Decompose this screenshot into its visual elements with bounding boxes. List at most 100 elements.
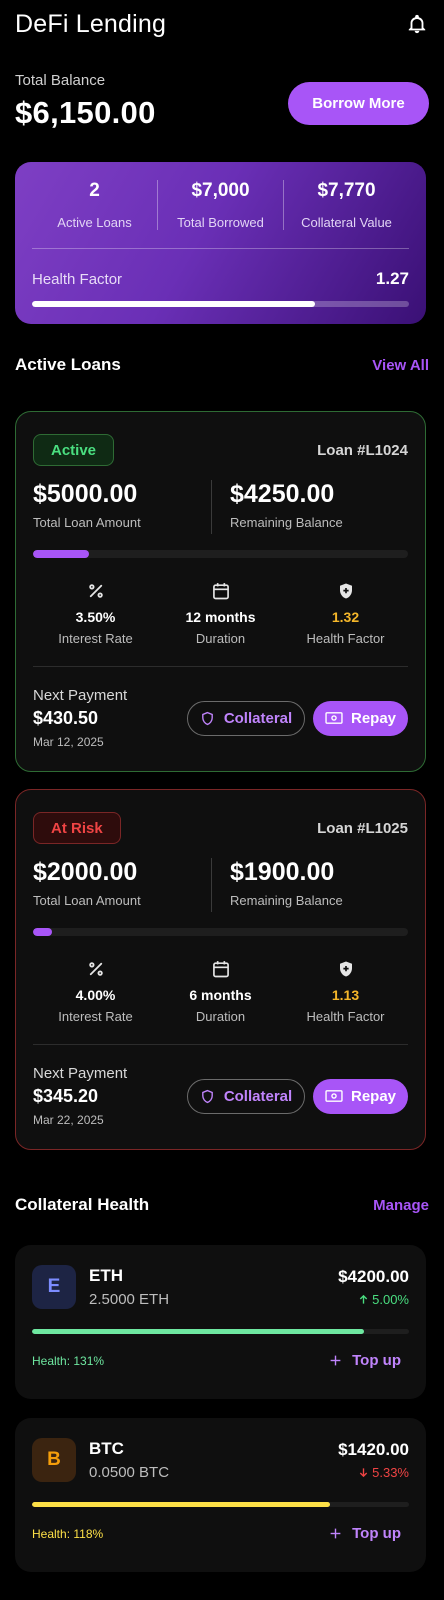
shield-icon <box>201 711 213 725</box>
coin-avatar: E <box>32 1265 76 1309</box>
repay-button[interactable]: Repay <box>313 700 408 736</box>
health-factor-label: Health Factor <box>32 270 123 288</box>
repay-button[interactable]: Repay <box>313 1078 408 1114</box>
repayment-progress-bar <box>33 928 408 936</box>
health-factor-row: Health Factor 1.27 <box>32 269 409 289</box>
coin-usd-value: $4200.00 <box>338 1267 409 1286</box>
metric-health-factor: 1.13 Health Factor <box>283 958 408 1026</box>
bell-icon[interactable] <box>405 12 429 36</box>
collateral-button-label: Collateral <box>223 709 293 727</box>
loan-id: Loan #L1024 <box>317 441 408 459</box>
amount-label: Total Loan Amount <box>33 893 141 908</box>
coin-amount: 0.0500 BTC <box>89 1464 170 1481</box>
metric-value: 1.32 <box>331 609 360 625</box>
borrow-more-button[interactable]: Borrow More <box>288 82 429 125</box>
remaining-balance: $1900.00 Remaining Balance <box>211 858 408 912</box>
next-payment-label: Next Payment <box>33 1065 128 1082</box>
section-title: Collateral Health <box>15 1195 150 1214</box>
metric-value: 4.00% <box>75 987 116 1003</box>
amount-label: Remaining Balance <box>230 893 343 908</box>
collateral-button[interactable]: Collateral <box>187 700 305 736</box>
amount-value: $1900.00 <box>230 858 335 886</box>
loan-card[interactable]: Active Loan #L1024 $5000.00 Total Loan A… <box>15 411 426 772</box>
active-loans-header: Active Loans View All <box>15 353 429 377</box>
loan-card[interactable]: At Risk Loan #L1025 $2000.00 Total Loan … <box>15 789 426 1150</box>
next-payment-amount: $345.20 <box>33 1086 99 1106</box>
collateral-health-fill <box>32 1502 330 1507</box>
collateral-button-label: Collateral <box>223 1087 293 1105</box>
coin-change: 5.33% <box>338 1465 409 1480</box>
coin-change-value: 5.00% <box>372 1292 409 1307</box>
manage-link[interactable]: Manage <box>373 1197 429 1214</box>
remaining-balance: $4250.00 Remaining Balance <box>211 480 408 534</box>
coin-symbol: BTC <box>89 1439 124 1458</box>
repay-button-label: Repay <box>350 709 397 727</box>
next-payment-date: Mar 22, 2025 <box>33 1113 104 1127</box>
app-title: DeFi Lending <box>15 9 167 38</box>
loan-id: Loan #L1025 <box>317 819 408 837</box>
coin-info: ETH 2.5000 ETH <box>89 1266 338 1308</box>
cash-icon <box>325 1090 343 1102</box>
percent-icon <box>87 958 105 980</box>
repayment-progress-fill <box>33 928 52 936</box>
coin-value: $4200.00 5.00% <box>338 1267 409 1307</box>
metric-duration: 6 months Duration <box>158 958 283 1026</box>
metric-interest-rate: 3.50% Interest Rate <box>33 580 158 648</box>
metric-label: Duration <box>195 1009 246 1024</box>
calendar-icon <box>211 580 231 602</box>
next-payment: Next Payment $430.50 Mar 12, 2025 <box>33 687 127 749</box>
coin-usd-value: $1420.00 <box>338 1440 409 1459</box>
metric-value: 6 months <box>189 987 252 1003</box>
coin-avatar: B <box>32 1438 76 1482</box>
app-screen: DeFi Lending Total Balance $6,150.00 Bor… <box>0 0 444 1600</box>
section-title: Active Loans <box>15 355 121 374</box>
repayment-progress-bar <box>33 550 408 558</box>
health-factor-fill <box>32 301 315 307</box>
cash-icon <box>325 712 343 724</box>
shield-icon <box>201 1089 213 1103</box>
stat-value: $7,770 <box>317 180 376 201</box>
stat-value: $7,000 <box>191 180 250 201</box>
next-payment: Next Payment $345.20 Mar 22, 2025 <box>33 1065 127 1127</box>
loan-metrics: 3.50% Interest Rate 12 months Duration 1… <box>33 580 408 648</box>
plus-icon <box>330 1355 341 1366</box>
top-up-button[interactable]: Top up <box>329 1525 401 1542</box>
coin-value: $1420.00 5.33% <box>338 1440 409 1480</box>
metric-label: Interest Rate <box>58 631 133 646</box>
arrow-down-icon <box>359 1468 368 1478</box>
app-header: DeFi Lending <box>15 8 429 40</box>
status-badge: At Risk <box>33 812 121 844</box>
top-up-label: Top up <box>352 1525 401 1542</box>
view-all-link[interactable]: View All <box>372 357 429 374</box>
collateral-header: Collateral Health Manage <box>15 1193 429 1217</box>
collateral-health-text: Health: 131% <box>32 1353 105 1368</box>
plus-icon <box>330 1528 341 1539</box>
metric-interest-rate: 4.00% Interest Rate <box>33 958 158 1026</box>
collateral-card[interactable]: B BTC 0.0500 BTC $1420.00 5.33% Health: … <box>15 1418 426 1572</box>
collateral-card[interactable]: E ETH 2.5000 ETH $4200.00 5.00% Health: … <box>15 1245 426 1399</box>
percent-icon <box>87 580 105 602</box>
total-loan-amount: $2000.00 Total Loan Amount <box>33 858 211 912</box>
stat-active-loans: 2 Active Loans <box>32 180 157 230</box>
metric-value: 12 months <box>185 609 256 625</box>
amount-value: $5000.00 <box>33 480 138 508</box>
amount-label: Total Loan Amount <box>33 515 141 530</box>
amount-value: $4250.00 <box>230 480 335 508</box>
coin-amount: 2.5000 ETH <box>89 1291 170 1308</box>
loan-metrics: 4.00% Interest Rate 6 months Duration 1.… <box>33 958 408 1026</box>
health-factor-value: 1.27 <box>375 269 409 288</box>
stat-label: Collateral Value <box>301 215 392 230</box>
coin-change-value: 5.33% <box>372 1465 409 1480</box>
collateral-health-text: Health: 118% <box>32 1526 104 1541</box>
amount-label: Remaining Balance <box>230 515 343 530</box>
loan-actions: Collateral Repay <box>187 1078 408 1114</box>
metric-health-factor: 1.32 Health Factor <box>283 580 408 648</box>
loan-footer: Next Payment $345.20 Mar 22, 2025 Collat… <box>33 1065 408 1127</box>
top-up-button[interactable]: Top up <box>329 1352 401 1369</box>
loan-amounts: $2000.00 Total Loan Amount $1900.00 Rema… <box>33 858 408 912</box>
metric-value: 1.13 <box>331 987 360 1003</box>
loan-actions: Collateral Repay <box>187 700 408 736</box>
summary-card: 2 Active Loans $7,000 Total Borrowed $7,… <box>15 162 426 324</box>
collateral-button[interactable]: Collateral <box>187 1078 305 1114</box>
stat-label: Active Loans <box>57 215 132 230</box>
